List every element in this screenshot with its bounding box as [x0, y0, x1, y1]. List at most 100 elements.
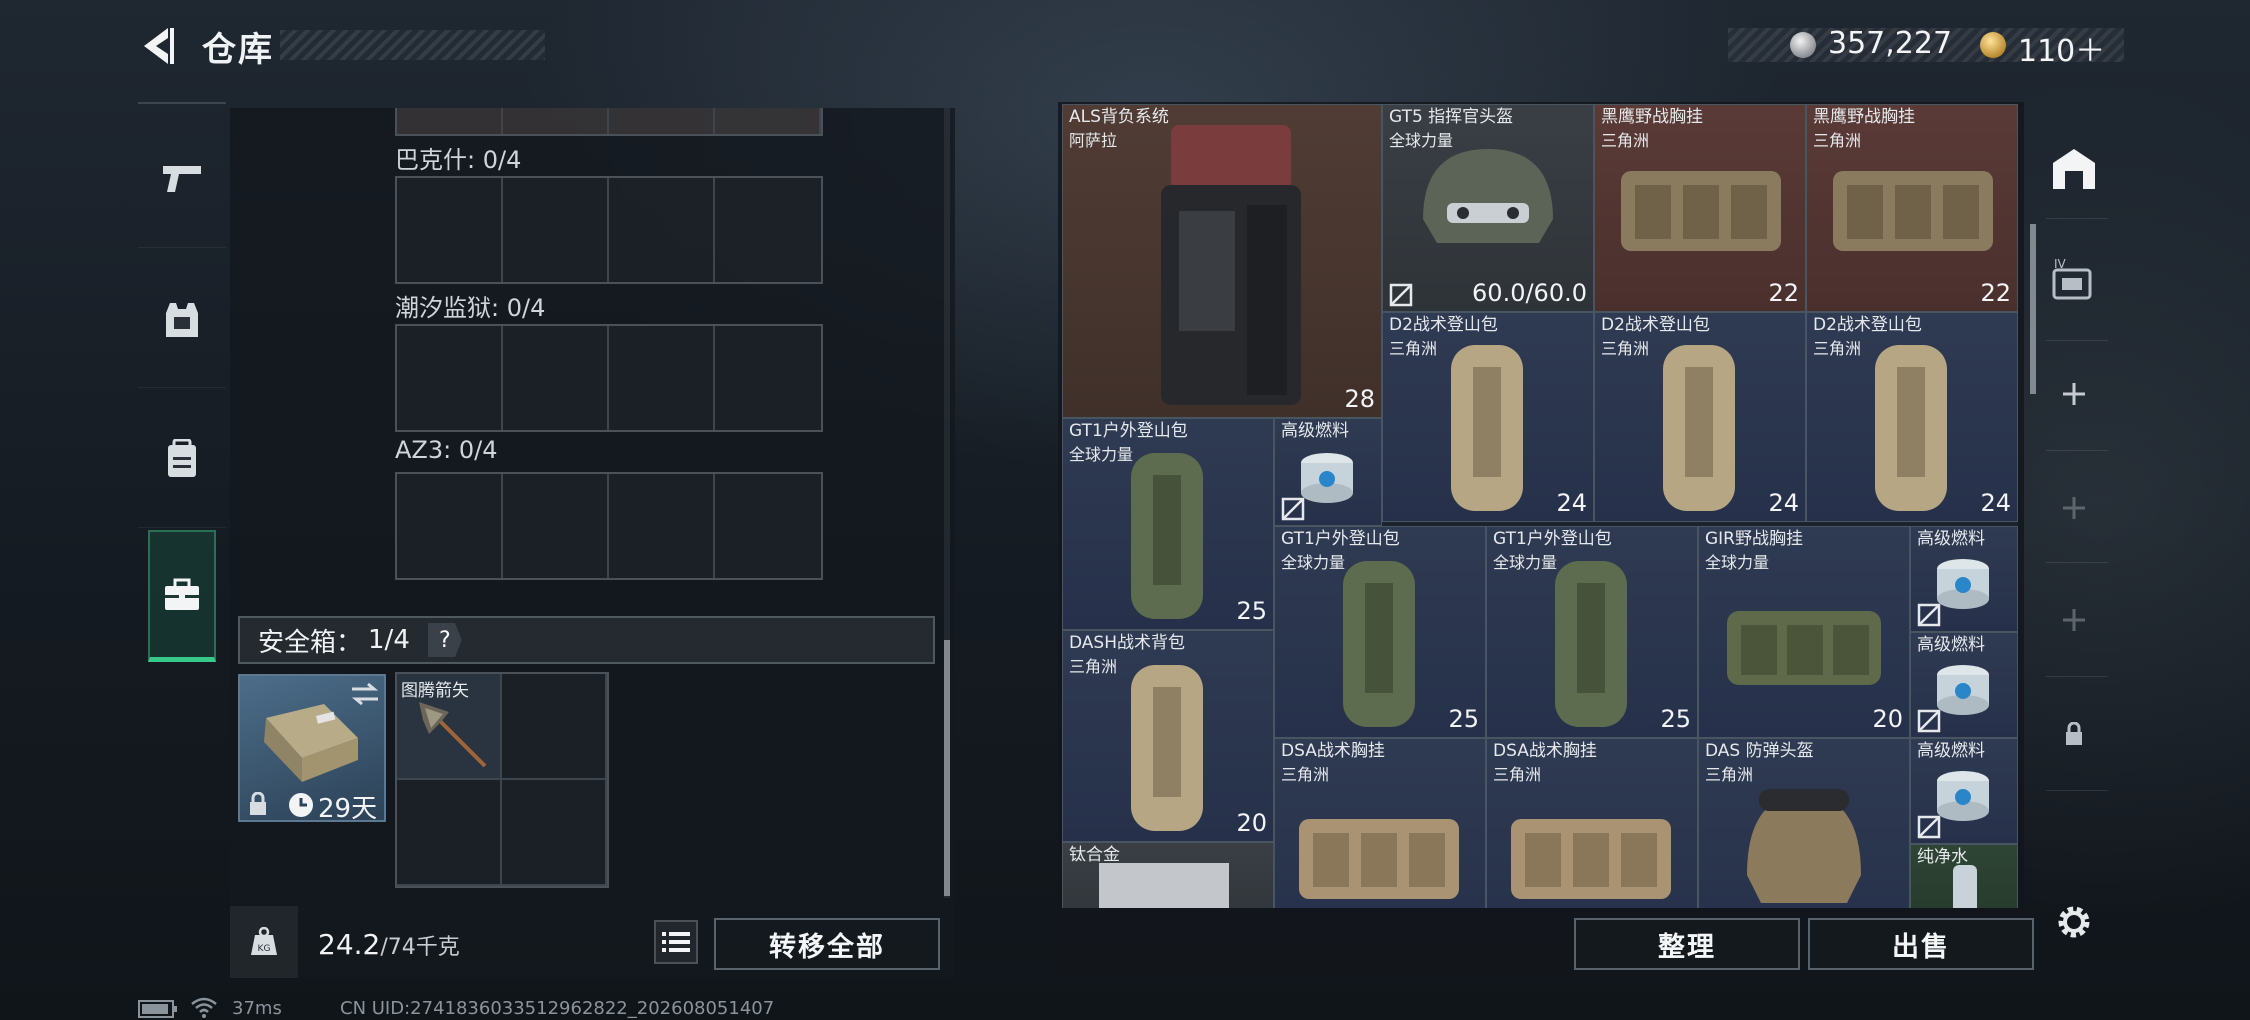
sort-button[interactable]: 整理 — [1574, 918, 1800, 970]
safebox-slot[interactable] — [502, 780, 607, 886]
item-name: 高级燃料 — [1281, 421, 1349, 441]
inventory-grid: ALS背负系统 阿萨拉 28 GT5 指挥官头盔 全球力量 60.0/60.0 … — [1062, 104, 2018, 908]
inventory-item[interactable]: DSA战术胸挂 三角洲 — [1486, 738, 1698, 908]
battery-icon — [138, 1000, 177, 1018]
ping-readout: 37ms — [232, 998, 282, 1019]
uid-readout: CN UID:2741836033512962822_202608051407 — [340, 998, 775, 1019]
back-button[interactable] — [138, 24, 178, 68]
add-tab-button[interactable] — [2046, 366, 2102, 422]
inventory-item[interactable]: DASH战术背包 三角洲 20 — [1062, 630, 1274, 842]
safe-case-image — [264, 704, 358, 782]
fuel-can-image — [1937, 665, 1989, 715]
sell-button[interactable]: 出售 — [1808, 918, 2034, 970]
inventory-scroll-thumb[interactable] — [2030, 224, 2036, 394]
max-weight: /74千克 — [380, 935, 460, 960]
gold-amount[interactable]: 110＋ — [2018, 26, 2105, 70]
chest-rig-image — [1621, 171, 1781, 251]
item-origin: 全球力量 — [1493, 553, 1558, 572]
back-arrow-icon — [144, 28, 174, 64]
inventory-item[interactable]: 纯净水 — [1910, 844, 2018, 908]
item-name: 高级燃料 — [1917, 529, 1985, 549]
chest-rig-image — [1727, 611, 1881, 685]
inventory-item[interactable]: D2战术登山包 三角洲 24 — [1806, 312, 2018, 522]
backpack-image — [1663, 345, 1735, 511]
inventory-item[interactable]: GIR野战胸挂 全球力量 20 — [1698, 526, 1910, 738]
swap-icon[interactable] — [350, 682, 380, 706]
nav-weapon[interactable] — [138, 110, 226, 248]
list-view-button[interactable] — [654, 920, 698, 964]
item-capacity: 20 — [1872, 705, 1903, 733]
inventory-item[interactable]: D2战术登山包 三角洲 24 — [1382, 312, 1594, 522]
inventory-item[interactable]: GT1户外登山包 全球力量 25 — [1486, 526, 1698, 738]
item-origin: 全球力量 — [1069, 445, 1134, 464]
item-name: ALS背负系统 — [1069, 107, 1169, 127]
safebox-grid[interactable]: 图腾箭矢 — [395, 672, 609, 888]
item-origin: 三角洲 — [1069, 657, 1118, 676]
transfer-all-button[interactable]: 转移全部 — [714, 918, 940, 970]
item-name: 钛合金 — [1069, 845, 1120, 865]
nav-backpack[interactable] — [138, 390, 226, 528]
no-trade-icon — [1281, 497, 1305, 521]
nav-armor[interactable] — [138, 250, 226, 388]
inventory-item[interactable]: D2战术登山包 三角洲 24 — [1594, 312, 1806, 522]
item-name: DSA战术胸挂 — [1493, 741, 1597, 761]
titanium-image — [1099, 863, 1229, 908]
container-grid[interactable] — [395, 472, 823, 580]
item-origin: 三角洲 — [1705, 765, 1754, 784]
silver-coin-icon — [1790, 32, 1816, 58]
item-name: DASH战术背包 — [1069, 633, 1185, 653]
add-tab-button[interactable] — [2046, 592, 2102, 648]
inventory-item[interactable]: DAS 防弹头盔 三角洲 — [1698, 738, 1910, 908]
inventory-item[interactable]: 钛合金 — [1062, 842, 1274, 908]
inventory-item[interactable]: 高级燃料 — [1910, 738, 2018, 844]
safe-case-slot[interactable]: 29天 — [238, 674, 386, 824]
inventory-item[interactable]: 黑鹰野战胸挂 三角洲 22 — [1594, 104, 1806, 312]
item-capacity: 24 — [1980, 489, 2011, 517]
inventory-item[interactable]: GT1户外登山包 全球力量 25 — [1062, 418, 1274, 630]
item-origin: 三角洲 — [1813, 339, 1862, 358]
help-button[interactable]: ? — [427, 623, 462, 657]
title-decoration — [280, 30, 545, 60]
inventory-item[interactable]: GT5 指挥官头盔 全球力量 60.0/60.0 — [1382, 104, 1594, 312]
backpack-image — [1131, 665, 1203, 831]
item-name: GT1户外登山包 — [1281, 529, 1400, 549]
inventory-item[interactable]: ALS背负系统 阿萨拉 28 — [1062, 104, 1382, 418]
nav-case[interactable] — [148, 530, 216, 662]
weight-box: KG — [230, 906, 298, 978]
safebox-slot[interactable] — [502, 674, 607, 780]
warehouse-tab[interactable] — [2046, 140, 2102, 196]
backpack-image — [1451, 345, 1523, 511]
item-name: D2战术登山包 — [1389, 315, 1498, 335]
item-capacity: 25 — [1236, 597, 1267, 625]
helmet-image — [1747, 789, 1861, 903]
no-trade-icon — [1917, 709, 1941, 733]
inventory-item[interactable]: DSA战术胸挂 三角洲 — [1274, 738, 1486, 908]
inventory-item[interactable]: 高级燃料 — [1910, 632, 2018, 738]
water-bottle-image — [1953, 865, 1977, 908]
item-name: GT1户外登山包 — [1493, 529, 1612, 549]
expansion-tab[interactable]: IV — [2046, 252, 2102, 308]
container-grid[interactable] — [395, 324, 823, 432]
safebox-slot[interactable] — [397, 780, 502, 886]
pistol-icon — [163, 165, 201, 192]
item-capacity: 24 — [1768, 489, 1799, 517]
inventory-item[interactable]: 高级燃料 — [1274, 418, 1382, 526]
warehouse-icon — [2053, 149, 2095, 189]
backpack-image — [1875, 345, 1947, 511]
safebox-item[interactable]: 图腾箭矢 — [397, 674, 502, 780]
settings-button[interactable] — [2046, 894, 2102, 950]
container-grid[interactable] — [395, 176, 823, 284]
plus-icon — [2063, 609, 2085, 631]
item-capacity: 24 — [1556, 489, 1587, 517]
locked-tab[interactable] — [2046, 706, 2102, 762]
no-trade-icon — [1917, 603, 1941, 627]
inventory-item[interactable]: 高级燃料 — [1910, 526, 2018, 632]
inventory-item[interactable]: GT1户外登山包 全球力量 25 — [1274, 526, 1486, 738]
item-origin: 全球力量 — [1389, 131, 1454, 150]
add-tab-button[interactable] — [2046, 480, 2102, 536]
briefcase-icon — [165, 578, 199, 610]
item-name: DAS 防弹头盔 — [1705, 741, 1814, 761]
container-scroll-thumb[interactable] — [944, 640, 950, 896]
weight-icon: KG — [251, 927, 277, 955]
inventory-item[interactable]: 黑鹰野战胸挂 三角洲 22 — [1806, 104, 2018, 312]
